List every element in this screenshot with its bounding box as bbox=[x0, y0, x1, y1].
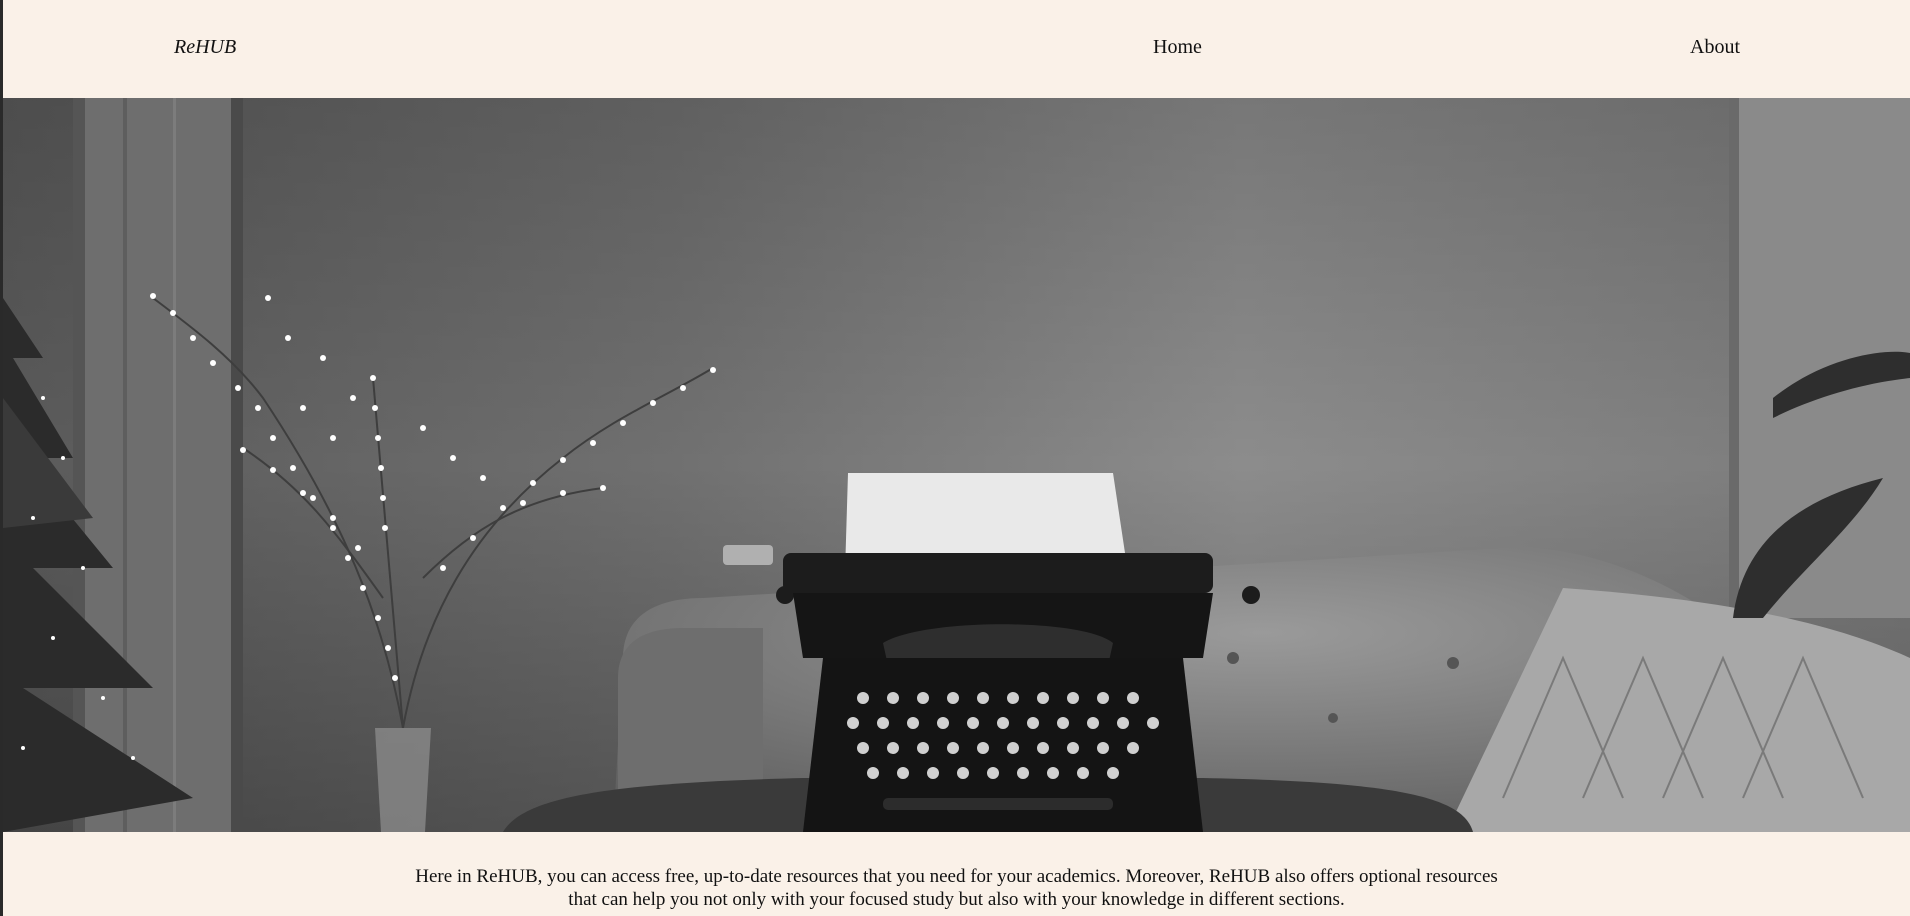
page: ReHUB Home About Here in ReHUB, you can … bbox=[0, 0, 1910, 916]
typewriter-photo-icon bbox=[3, 98, 1910, 832]
intro-line-1: Here in ReHUB, you can access free, up-t… bbox=[415, 866, 1498, 887]
intro-paragraph: Here in ReHUB, you can access free, up-t… bbox=[3, 865, 1910, 911]
nav-about-link[interactable]: About bbox=[1690, 36, 1740, 59]
intro-line-2: that can help you not only with your foc… bbox=[568, 889, 1345, 910]
brand-logo-link[interactable]: ReHUB bbox=[174, 36, 236, 59]
nav-home-link[interactable]: Home bbox=[1153, 36, 1202, 59]
hero-image bbox=[3, 98, 1910, 832]
navbar: ReHUB Home About bbox=[3, 0, 1910, 98]
